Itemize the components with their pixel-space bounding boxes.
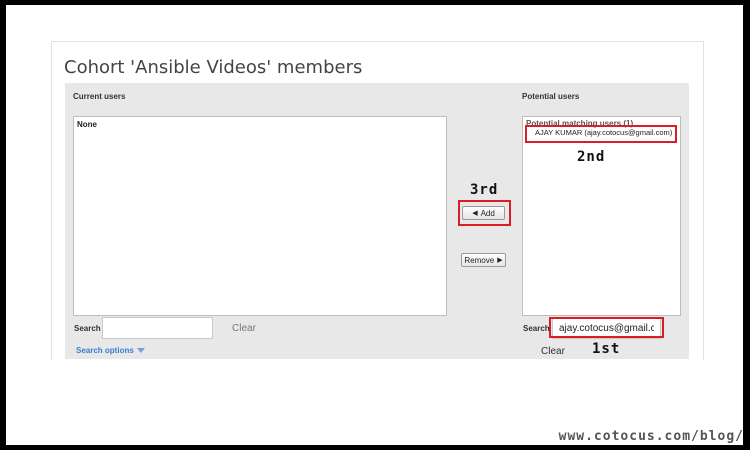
current-users-clear-button[interactable]: Clear bbox=[232, 323, 256, 334]
step-3-label: 3rd bbox=[470, 182, 499, 198]
potential-users-heading: Potential users bbox=[522, 92, 580, 101]
search-options-link[interactable]: Search options bbox=[76, 346, 145, 355]
matching-user-highlight bbox=[525, 125, 677, 143]
list-item[interactable]: None bbox=[77, 120, 97, 129]
step-2-label: 2nd bbox=[577, 149, 606, 165]
current-users-select[interactable]: None bbox=[73, 116, 447, 316]
step-1-label: 1st bbox=[592, 341, 621, 357]
potential-users-clear-button[interactable]: Clear bbox=[541, 346, 565, 357]
current-users-heading: Current users bbox=[73, 92, 126, 101]
add-button-highlight bbox=[458, 200, 511, 226]
remove-button-label: Remove bbox=[464, 255, 495, 265]
right-triangle-icon: ▶ bbox=[497, 257, 503, 264]
remove-button[interactable]: Remove ▶ bbox=[461, 253, 506, 267]
current-users-search-input[interactable] bbox=[102, 317, 213, 339]
search-input-highlight bbox=[549, 317, 664, 338]
search-options-label: Search options bbox=[76, 346, 134, 355]
potential-users-search-label: Search bbox=[523, 324, 550, 333]
watermark-text: www.cotocus.com/blog/ bbox=[558, 429, 744, 444]
chevron-down-icon bbox=[136, 348, 145, 354]
page-title: Cohort 'Ansible Videos' members bbox=[64, 57, 363, 78]
potential-users-select[interactable]: Potential matching users (1) AJAY KUMAR … bbox=[522, 116, 681, 316]
current-users-search-label: Search bbox=[74, 324, 101, 333]
